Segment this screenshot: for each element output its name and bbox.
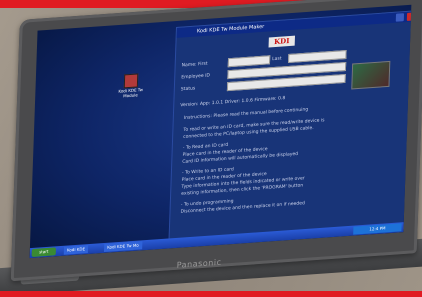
last-name-field[interactable]	[288, 49, 347, 64]
system-tray: 12:4 PM	[353, 223, 402, 235]
laptop-bezel: Kodi KDE Tw Module Kodi KDE Tw Module Ma…	[10, 0, 422, 282]
taskbar-item[interactable]: Kodi KDE Tw Mo	[103, 241, 142, 252]
employee-id-label: Employee ID	[181, 73, 210, 81]
taskbar-item[interactable]: Kodi KDE	[63, 245, 89, 255]
status-label: Status	[180, 86, 196, 93]
window-titlebar: Kodi KDE Tw Module Maker	[176, 11, 412, 38]
laptop: Kodi KDE Tw Module Kodi KDE Tw Module Ma…	[0, 0, 422, 297]
close-button[interactable]	[406, 12, 412, 21]
app-icon	[123, 73, 139, 89]
minimize-button[interactable]	[395, 13, 405, 22]
photo-thumbnail	[351, 60, 391, 90]
start-button[interactable]: start	[31, 247, 56, 257]
desktop-icon-label: Kodi KDE Tw Module	[118, 87, 144, 99]
desktop-icon[interactable]: Kodi KDE Tw Module	[113, 73, 148, 99]
app-window: Kodi KDE Tw Module Maker KDI Name: First…	[168, 10, 412, 241]
version-line: Version: App: 1.0.1 Driver: 1.0.6 Firmwa…	[180, 96, 286, 109]
screen: Kodi KDE Tw Module Kodi KDE Tw Module Ma…	[29, 4, 412, 259]
company-logo: KDI	[268, 35, 296, 48]
first-name-field[interactable]	[227, 55, 271, 68]
bottom-red-border	[0, 291, 422, 297]
last-label: Last	[272, 56, 282, 63]
window-title: Kodi KDE Tw Module Maker	[196, 23, 265, 35]
name-label: Name: First	[181, 61, 208, 69]
